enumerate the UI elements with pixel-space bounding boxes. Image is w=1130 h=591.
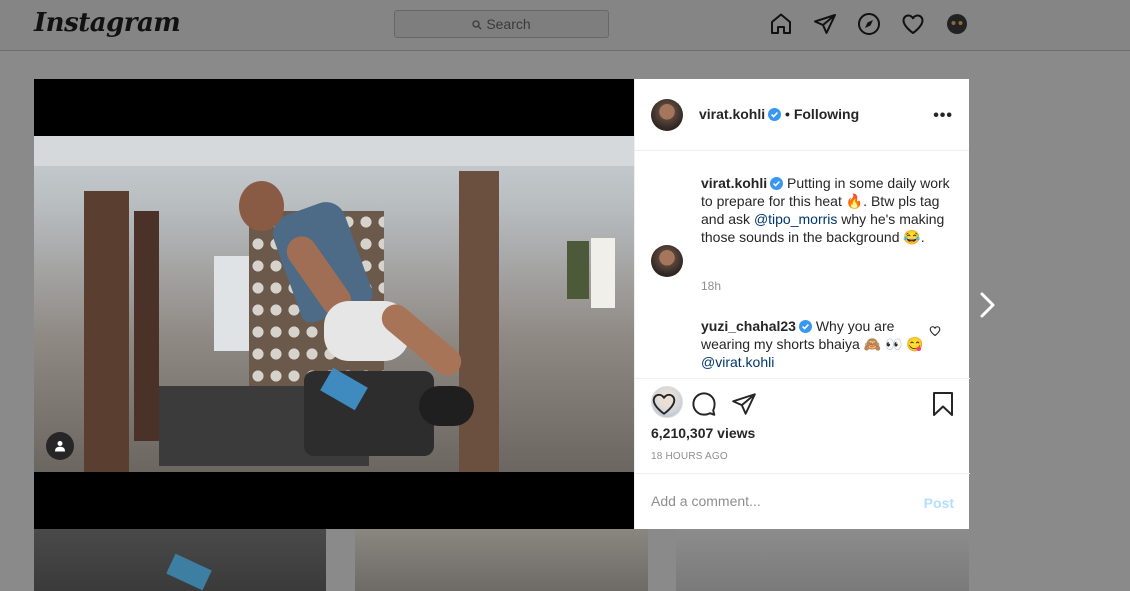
save-bookmark-icon[interactable] <box>931 391 955 422</box>
post-actions <box>651 391 757 422</box>
home-icon[interactable] <box>768 11 794 37</box>
grid-thumbnail[interactable] <box>34 529 326 591</box>
direct-icon[interactable] <box>812 11 838 37</box>
post-header: virat.kohli • Following ••• <box>635 79 969 151</box>
add-comment-bar: Post <box>635 473 970 529</box>
video-frame[interactable] <box>34 136 634 472</box>
add-comment-input[interactable] <box>651 493 901 509</box>
comment: yuzi_chahal23 Why you are wearing my sho… <box>701 317 926 371</box>
caption-author-avatar[interactable] <box>651 245 683 277</box>
top-nav: Instagram Search <box>0 0 1130 51</box>
explore-icon[interactable] <box>856 11 882 37</box>
comments-section: virat.kohli Putting in some daily work t… <box>635 151 970 418</box>
verified-badge-icon <box>768 108 782 121</box>
next-post-arrow-icon[interactable] <box>978 290 998 325</box>
author-username[interactable]: virat.kohli <box>699 106 765 122</box>
comment-mention[interactable]: @virat.kohli <box>701 354 774 370</box>
search-box[interactable]: Search <box>394 10 609 38</box>
like-icon[interactable] <box>651 391 677 422</box>
search-icon <box>472 20 482 30</box>
instagram-logo[interactable]: Instagram <box>34 8 181 38</box>
share-icon[interactable] <box>731 391 757 422</box>
post-modal: virat.kohli • Following ••• virat.kohli … <box>34 79 970 529</box>
commenter-username[interactable]: yuzi_chahal23 <box>701 318 796 334</box>
post-comment-button[interactable]: Post <box>924 495 954 511</box>
verified-badge-icon <box>770 177 784 190</box>
like-comment-icon[interactable] <box>929 324 941 342</box>
caption-author[interactable]: virat.kohli <box>701 175 767 191</box>
grid-thumbnail[interactable] <box>355 529 648 591</box>
verified-badge-icon <box>798 320 812 333</box>
caption-mention[interactable]: @tipo_morris <box>754 211 837 227</box>
view-count[interactable]: 6,210,307 views <box>651 425 755 441</box>
more-options-icon[interactable]: ••• <box>933 107 953 125</box>
caption-timestamp[interactable]: 18h <box>701 279 721 293</box>
heart-icon[interactable] <box>900 11 926 37</box>
grid-thumbnail[interactable] <box>676 529 969 591</box>
search-placeholder: Search <box>486 16 531 32</box>
post-caption: virat.kohli Putting in some daily work t… <box>701 174 951 246</box>
video-player[interactable] <box>34 79 634 529</box>
profile-avatar[interactable] <box>944 11 970 37</box>
comment-icon[interactable] <box>691 391 717 422</box>
author-avatar[interactable] <box>651 99 683 131</box>
following-status[interactable]: • Following <box>785 106 859 122</box>
post-timestamp[interactable]: 18 HOURS AGO <box>651 451 728 462</box>
tagged-users-button[interactable] <box>46 432 74 460</box>
post-sidebar: virat.kohli • Following ••• virat.kohli … <box>634 79 970 529</box>
user-icon <box>55 441 65 452</box>
